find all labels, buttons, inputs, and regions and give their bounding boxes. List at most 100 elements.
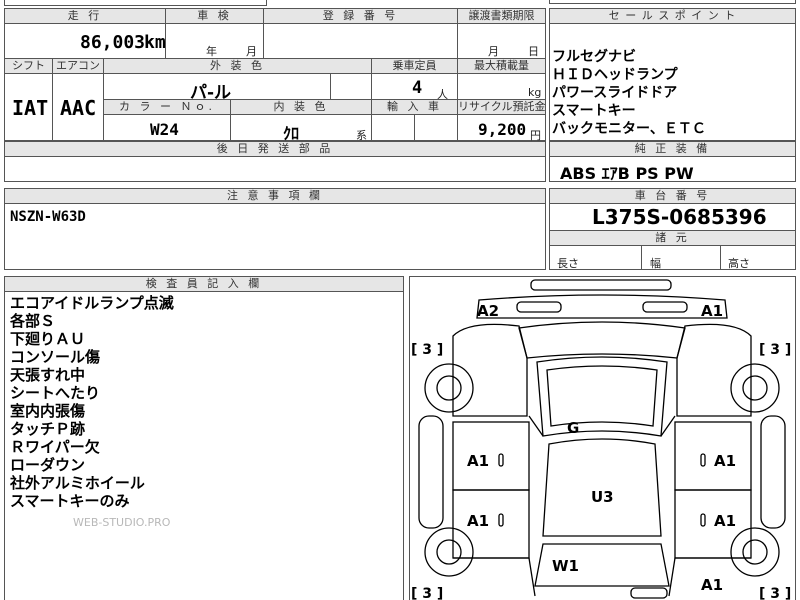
inspector-line: ローダウン: [10, 456, 86, 474]
car-diagram: A2 A1 [ 3 ] [ 3 ] G A1 A1 U3 A1 A1 W1 A1…: [411, 279, 791, 600]
transfer-deadline-header: 譲渡書類期限: [457, 8, 546, 24]
mark-tire-fl: [ 3 ]: [411, 342, 443, 358]
tire-front-right: [730, 363, 780, 413]
capacity-header: 乗車定員: [371, 58, 458, 74]
notes-value: NSZN-W63D: [10, 209, 86, 225]
inspector-line: Ｒワイパー欠: [10, 438, 100, 456]
exterior-color-header: 外 装 色: [103, 58, 372, 74]
interior-color-cell: [230, 114, 372, 141]
mark-door-lf: A1: [467, 452, 489, 470]
inspector-line: 社外アルミホイール: [10, 474, 145, 492]
mileage-unit: km: [144, 32, 166, 53]
inspector-line: スマートキーのみ: [10, 492, 130, 510]
inspector-line: タッチＰ跡: [10, 420, 86, 438]
later-parts-header: 後 日 発 送 部 品: [4, 141, 546, 157]
mark-rear-right: A1: [701, 576, 723, 594]
sales-point-item: フルセグナビ: [552, 49, 636, 65]
headlight-right: [642, 301, 688, 313]
capacity-value: 4: [412, 78, 423, 98]
sales-points-list: フルセグナビ ＨＩＤヘッドランプ パワースライドドア スマートキー バックモニタ…: [552, 48, 706, 138]
later-parts-body: [4, 156, 546, 182]
inspector-line: エコアイドルランプ点滅: [10, 294, 174, 312]
genuine-equipment-header: 純 正 装 備: [549, 141, 796, 157]
transfer-month-label: 月: [488, 45, 499, 58]
headlight-left: [516, 301, 562, 313]
front-bumper: [476, 294, 728, 319]
pillar-right: [660, 415, 676, 437]
import-cell-a: [371, 114, 415, 141]
inspection-year-label: 年: [206, 45, 217, 58]
import-cell-b: [414, 114, 458, 141]
sales-point-item: ＨＩＤヘッドランプ: [552, 67, 678, 83]
tire-rear-left-inner: [436, 539, 462, 565]
inspector-header: 検 査 員 記 入 欄: [4, 276, 404, 292]
inspector-line: 室内内張傷: [10, 402, 86, 420]
tire-rear-right: [730, 527, 780, 577]
mark-door-rf: A1: [714, 452, 736, 470]
skirt-left: [418, 415, 444, 529]
handle-lf: [498, 453, 504, 467]
skirt-right: [760, 415, 786, 529]
inspector-line: シートへたり: [10, 384, 101, 402]
transfer-day-label: 日: [528, 45, 539, 58]
max-load-header: 最大積載量: [457, 58, 546, 74]
chassis-header: 車 台 番 号: [549, 188, 796, 204]
mark-tire-fr: [ 3 ]: [759, 342, 791, 358]
mark-door-rr: A1: [714, 512, 736, 530]
mark-front-right: A1: [701, 302, 723, 320]
handle-rf: [700, 453, 706, 467]
top-strip: [4, 0, 267, 6]
tire-front-right-inner: [742, 375, 768, 401]
mark-door-lr: A1: [467, 512, 489, 530]
max-load-unit: kg: [528, 86, 542, 99]
mark-tire-rl: [ 3 ]: [411, 586, 443, 600]
pillar-left: [528, 415, 544, 437]
mark-roof: U3: [591, 488, 614, 506]
mark-windshield: G: [567, 419, 579, 437]
aircon-header: エアコン: [52, 58, 104, 74]
handle-rr: [700, 513, 706, 527]
tire-front-left: [424, 363, 474, 413]
rear-lamp: [630, 587, 668, 599]
inspector-line: 天張すれ中: [10, 366, 86, 384]
door-left-rear: [452, 489, 530, 559]
inspector-line: 下廻りＡＵ: [10, 330, 86, 348]
door-right-rear: [674, 489, 752, 559]
sales-point-item: バックモニター、ＥＴＣ: [552, 121, 706, 137]
windshield-inner: [546, 365, 658, 427]
registration-header: 登 録 番 号: [263, 8, 458, 24]
sales-point-item: スマートキー: [552, 103, 636, 119]
inspection-header: 車 検: [165, 8, 264, 24]
registration-cell: [263, 23, 458, 59]
mark-tire-rr: [ 3 ]: [759, 586, 791, 600]
tire-front-left-inner: [436, 375, 462, 401]
mileage-value: 86,003: [80, 32, 146, 53]
specs-width-label: 幅: [650, 257, 661, 270]
watermark: WEB-STUDIO.PRO: [73, 516, 171, 529]
inspection-month-label: 月: [246, 45, 257, 58]
shift-value: IAT: [12, 96, 49, 120]
mark-rear-glass: W1: [552, 557, 579, 575]
specs-header: 諸 元: [549, 230, 796, 246]
sales-point-item: パワースライドドア: [552, 85, 678, 101]
notes-header: 注 意 事 項 欄: [4, 188, 546, 204]
hood: [518, 321, 686, 359]
front-bumper-strip: [530, 279, 672, 291]
top-strip-right: [549, 0, 796, 4]
specs-length-label: 長さ: [557, 257, 579, 270]
mileage-header: 走 行: [4, 8, 166, 24]
shift-header: シフト: [4, 58, 53, 74]
chassis-value: L375S-0685396: [592, 205, 767, 229]
color-no-header: カ ラ ー Ｎｏ.: [103, 99, 231, 115]
exterior-color-cell-b: [330, 73, 372, 100]
inspector-line: コンソール傷: [10, 348, 101, 366]
inspector-line: 各部Ｓ: [10, 312, 56, 330]
door-right-front: [674, 421, 752, 491]
import-header: 輸 入 車: [371, 99, 458, 115]
inspector-lines: エコアイドルランプ点滅 各部Ｓ 下廻りＡＵ コンソール傷 天張すれ中 シートへた…: [10, 294, 174, 510]
tire-rear-right-inner: [742, 539, 768, 565]
interior-color-header: 内 装 色: [230, 99, 372, 115]
door-left-front: [452, 421, 530, 491]
aircon-value: AAC: [60, 96, 97, 120]
sales-points-header: セ ー ル ス ポ イ ン ト: [549, 8, 796, 24]
